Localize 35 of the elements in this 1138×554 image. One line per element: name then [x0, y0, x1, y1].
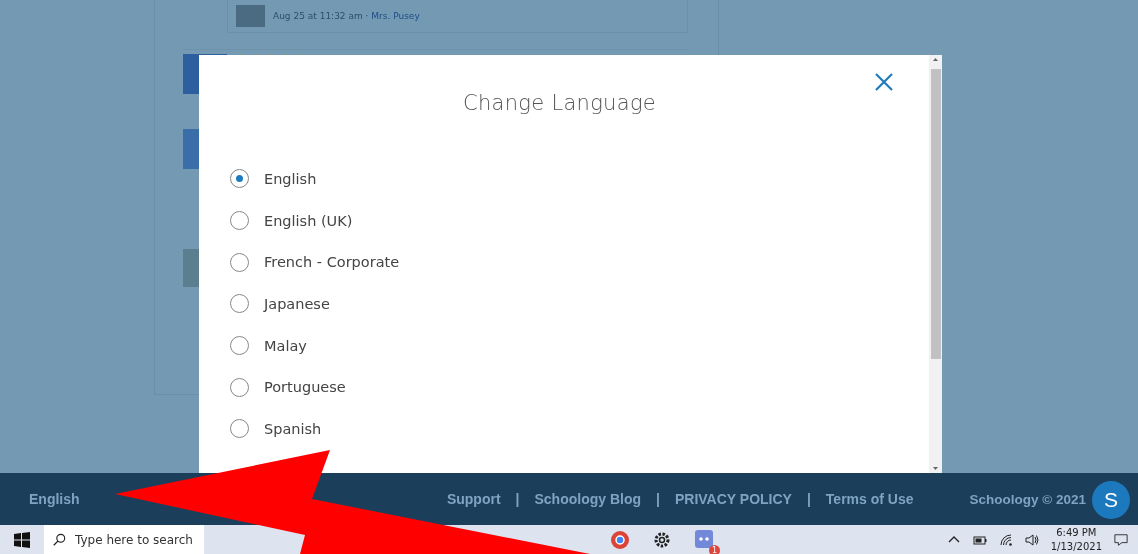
comment-meta: Aug 25 at 11:32 am · Mrs. Pusey	[273, 11, 420, 21]
speaker-icon[interactable]	[1024, 532, 1039, 547]
windows-icon[interactable]	[14, 531, 30, 548]
language-option[interactable]: English (UK)	[230, 199, 353, 242]
scroll-up-icon[interactable]	[931, 55, 940, 64]
avatar-button[interactable]: S	[1092, 481, 1130, 519]
clock-date[interactable]: 1/13/2021	[1050, 539, 1102, 554]
language-option[interactable]: Japanese	[230, 283, 330, 325]
browser-icon[interactable]	[610, 529, 630, 550]
language-option[interactable]: French - Corporate	[230, 241, 400, 284]
language-link[interactable]: English	[29, 491, 80, 507]
link-separator: |	[806, 491, 811, 507]
search-field[interactable]: Type here to search	[75, 532, 195, 547]
link-separator: |	[656, 491, 660, 507]
language-option[interactable]: Spanish	[230, 408, 322, 450]
avatar-placeholder	[236, 5, 265, 27]
language-option[interactable]: English	[230, 158, 317, 200]
copyright-text: Schoology © 2021	[969, 491, 1086, 507]
wifi-icon[interactable]	[998, 532, 1013, 547]
chat-app-icon[interactable]	[694, 528, 714, 549]
notification-badge: 1	[709, 544, 720, 554]
clock-time[interactable]: 6:49 PM	[1056, 525, 1097, 540]
footer-link[interactable]: Support	[446, 491, 501, 507]
close-button[interactable]	[873, 71, 895, 93]
language-option[interactable]: Portuguese	[230, 366, 346, 409]
scroll-thumb[interactable]	[930, 69, 941, 359]
link-separator: |	[515, 491, 520, 507]
notifications-icon[interactable]	[1114, 532, 1128, 547]
dialog-title: Change Language	[463, 91, 656, 115]
search-bar[interactable]: Type here to search	[44, 525, 204, 554]
footer-link[interactable]: PRIVACY POLICY	[674, 491, 792, 507]
search-icon	[52, 532, 66, 547]
footer-link[interactable]: Schoology Blog	[534, 491, 642, 507]
language-option[interactable]: Malay	[230, 324, 307, 367]
footer-link[interactable]: Terms of Use	[825, 491, 914, 507]
